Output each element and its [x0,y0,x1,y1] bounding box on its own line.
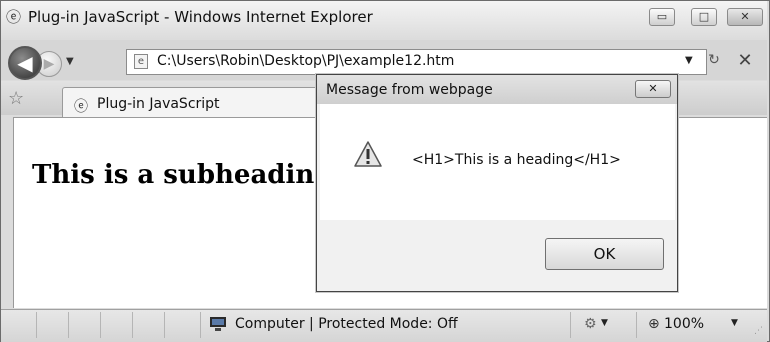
ie-icon: ⓔ [74,99,88,115]
tab-label: Plug-in JavaScript [97,96,220,112]
page-subheading: This is a subheading [32,160,333,190]
zoom-level[interactable]: 100% [664,316,704,332]
back-button[interactable]: ◀ [8,46,42,80]
refresh-button[interactable]: ↻ [702,52,726,72]
status-separator [100,312,101,338]
ok-button[interactable]: OK [545,238,664,270]
security-zone-text: Computer | Protected Mode: Off [235,316,458,332]
security-dropdown[interactable]: ▼ [601,318,608,328]
warning-icon [354,141,382,167]
zoom-dropdown[interactable]: ▼ [731,318,738,328]
recent-pages-dropdown[interactable]: ▼ [66,56,74,67]
security-icon[interactable]: ⚙ [584,316,597,332]
status-separator [164,312,165,338]
stop-button[interactable]: ✕ [733,50,757,72]
minimize-button[interactable]: ▭ [649,8,675,26]
status-separator [636,312,637,338]
dialog-title: Message from webpage [326,82,493,98]
address-dropdown[interactable]: ▼ [685,55,693,66]
status-separator [36,312,37,338]
page-icon: e [134,54,148,69]
maximize-button[interactable]: □ [691,8,717,26]
address-field[interactable]: C:\Users\Robin\Desktop\PJ\example12.htm [157,53,454,69]
status-separator [570,312,571,338]
computer-icon [210,317,226,331]
status-separator [200,312,201,338]
dialog-message: <H1>This is a heading</H1> [412,152,621,168]
resize-grip[interactable]: ⋰ [754,326,763,336]
dialog-close-button[interactable]: ✕ [635,80,671,98]
window-title: Plug-in JavaScript - Windows Internet Ex… [28,8,373,26]
ie-icon: ⓔ [6,8,22,26]
close-button[interactable]: ✕ [727,8,763,26]
favorites-star-icon[interactable]: ☆ [8,88,24,109]
zoom-icon[interactable]: ⊕ [648,316,660,332]
status-separator [132,312,133,338]
status-separator [68,312,69,338]
